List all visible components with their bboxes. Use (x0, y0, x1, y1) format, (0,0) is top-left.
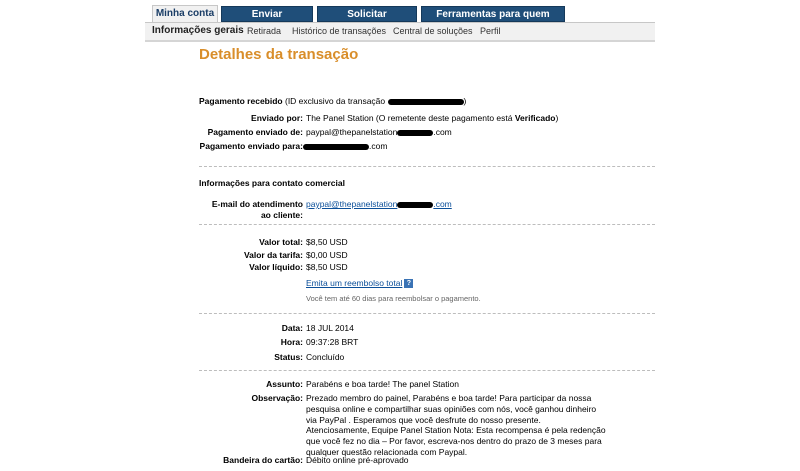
paren-close: ) (555, 113, 559, 123)
card-brand-label: Bandeira do cartão: (223, 455, 303, 465)
support-email-label-line1: E-mail do atendimento (211, 199, 303, 209)
sent-by-text: The Panel Station (O remetente deste pag… (306, 113, 515, 123)
payment-received-label: Pagamento recebido (199, 96, 283, 106)
observation-text: Prezado membro do painel, Parabéns e boa… (306, 393, 606, 457)
redacted-email-part (397, 201, 434, 208)
refund-line: Emita um reembolso total? (306, 278, 414, 289)
total-value: $8,50 USD (306, 237, 348, 247)
sent-from-value: paypal@thepanelstation .com (306, 127, 452, 137)
page-title: Detalhes da transação (199, 46, 359, 63)
subnav-informacoes-gerais[interactable]: Informações gerais (152, 25, 244, 36)
section-divider (199, 224, 655, 225)
sub-navigation: Informações gerais Retirada Histórico de… (145, 23, 655, 42)
section-divider (199, 370, 655, 371)
sent-to-value: .com (303, 141, 387, 151)
net-value: $8,50 USD (306, 262, 348, 272)
net-label: Valor líquido: (249, 262, 303, 272)
observation-label: Observação: (251, 393, 304, 403)
status-label: Status: (274, 352, 303, 362)
time-value: 09:37:28 BRT (306, 337, 359, 347)
help-icon[interactable]: ? (404, 279, 414, 289)
sent-by-label: Enviado por: (251, 113, 303, 123)
main-tabs: Minha conta Enviar pagamentos Solicitar … (145, 5, 655, 36)
paren-close: ) (463, 96, 467, 106)
section-divider (199, 313, 655, 314)
contact-heading: Informações para contato comercial (199, 178, 345, 188)
refund-link[interactable]: Emita um reembolso total (306, 278, 402, 288)
section-divider (199, 166, 655, 167)
redacted-transaction-id (387, 98, 464, 105)
email-domain: .com (369, 141, 388, 151)
tab-ferramentas[interactable]: Ferramentas para quem vende (421, 6, 565, 36)
subnav-central-solucoes[interactable]: Central de soluções (393, 26, 473, 36)
verified-status: Verificado (514, 113, 556, 123)
fee-label: Valor da tarifa: (243, 250, 303, 260)
transaction-id-text: (ID exclusivo da transação (284, 96, 386, 106)
subject-value: Parabéns e boa tarde! The panel Station (306, 379, 459, 389)
status-value: Concluído (306, 352, 345, 362)
date-value: 18 JUL 2014 (306, 323, 354, 333)
subnav-perfil[interactable]: Perfil (480, 26, 501, 36)
support-email-label: E-mail do atendimento ao cliente: (212, 199, 303, 221)
redacted-recipient-email (303, 143, 369, 150)
subnav-historico[interactable]: Histórico de transações (292, 26, 386, 36)
tab-enviar-pagamentos[interactable]: Enviar pagamentos (221, 6, 313, 36)
date-label: Data: (281, 323, 303, 333)
refund-note: Você tem até 60 dias para reembolsar o p… (306, 294, 481, 303)
tab-solicitar-pagamentos[interactable]: Solicitar pagamentos (317, 6, 417, 36)
card-brand-value: Débito online pré-aprovado (306, 455, 409, 465)
support-email-domain[interactable]: .com (433, 199, 451, 209)
subject-label: Assunto: (266, 379, 303, 389)
support-email-link[interactable]: paypal@thepanelstation (306, 199, 397, 209)
support-email-label-line2: ao cliente: (260, 210, 303, 220)
tab-minha-conta[interactable]: Minha conta (152, 5, 218, 23)
fee-value: $0,00 USD (306, 250, 348, 260)
sent-from-label: Pagamento enviado de: (207, 127, 303, 137)
total-label: Valor total: (259, 237, 303, 247)
sent-by-value: The Panel Station (O remetente deste pag… (306, 113, 558, 123)
redacted-email-part (397, 129, 434, 136)
time-label: Hora: (280, 337, 303, 347)
email-domain: .com (433, 127, 452, 137)
payment-received-line: Pagamento recebido (ID exclusivo da tran… (199, 96, 466, 106)
sent-to-label: Pagamento enviado para: (199, 141, 303, 151)
subnav-retirada[interactable]: Retirada (247, 26, 281, 36)
sent-from-email: paypal@thepanelstation (306, 127, 398, 137)
support-email-value[interactable]: paypal@thepanelstation .com (306, 199, 452, 209)
